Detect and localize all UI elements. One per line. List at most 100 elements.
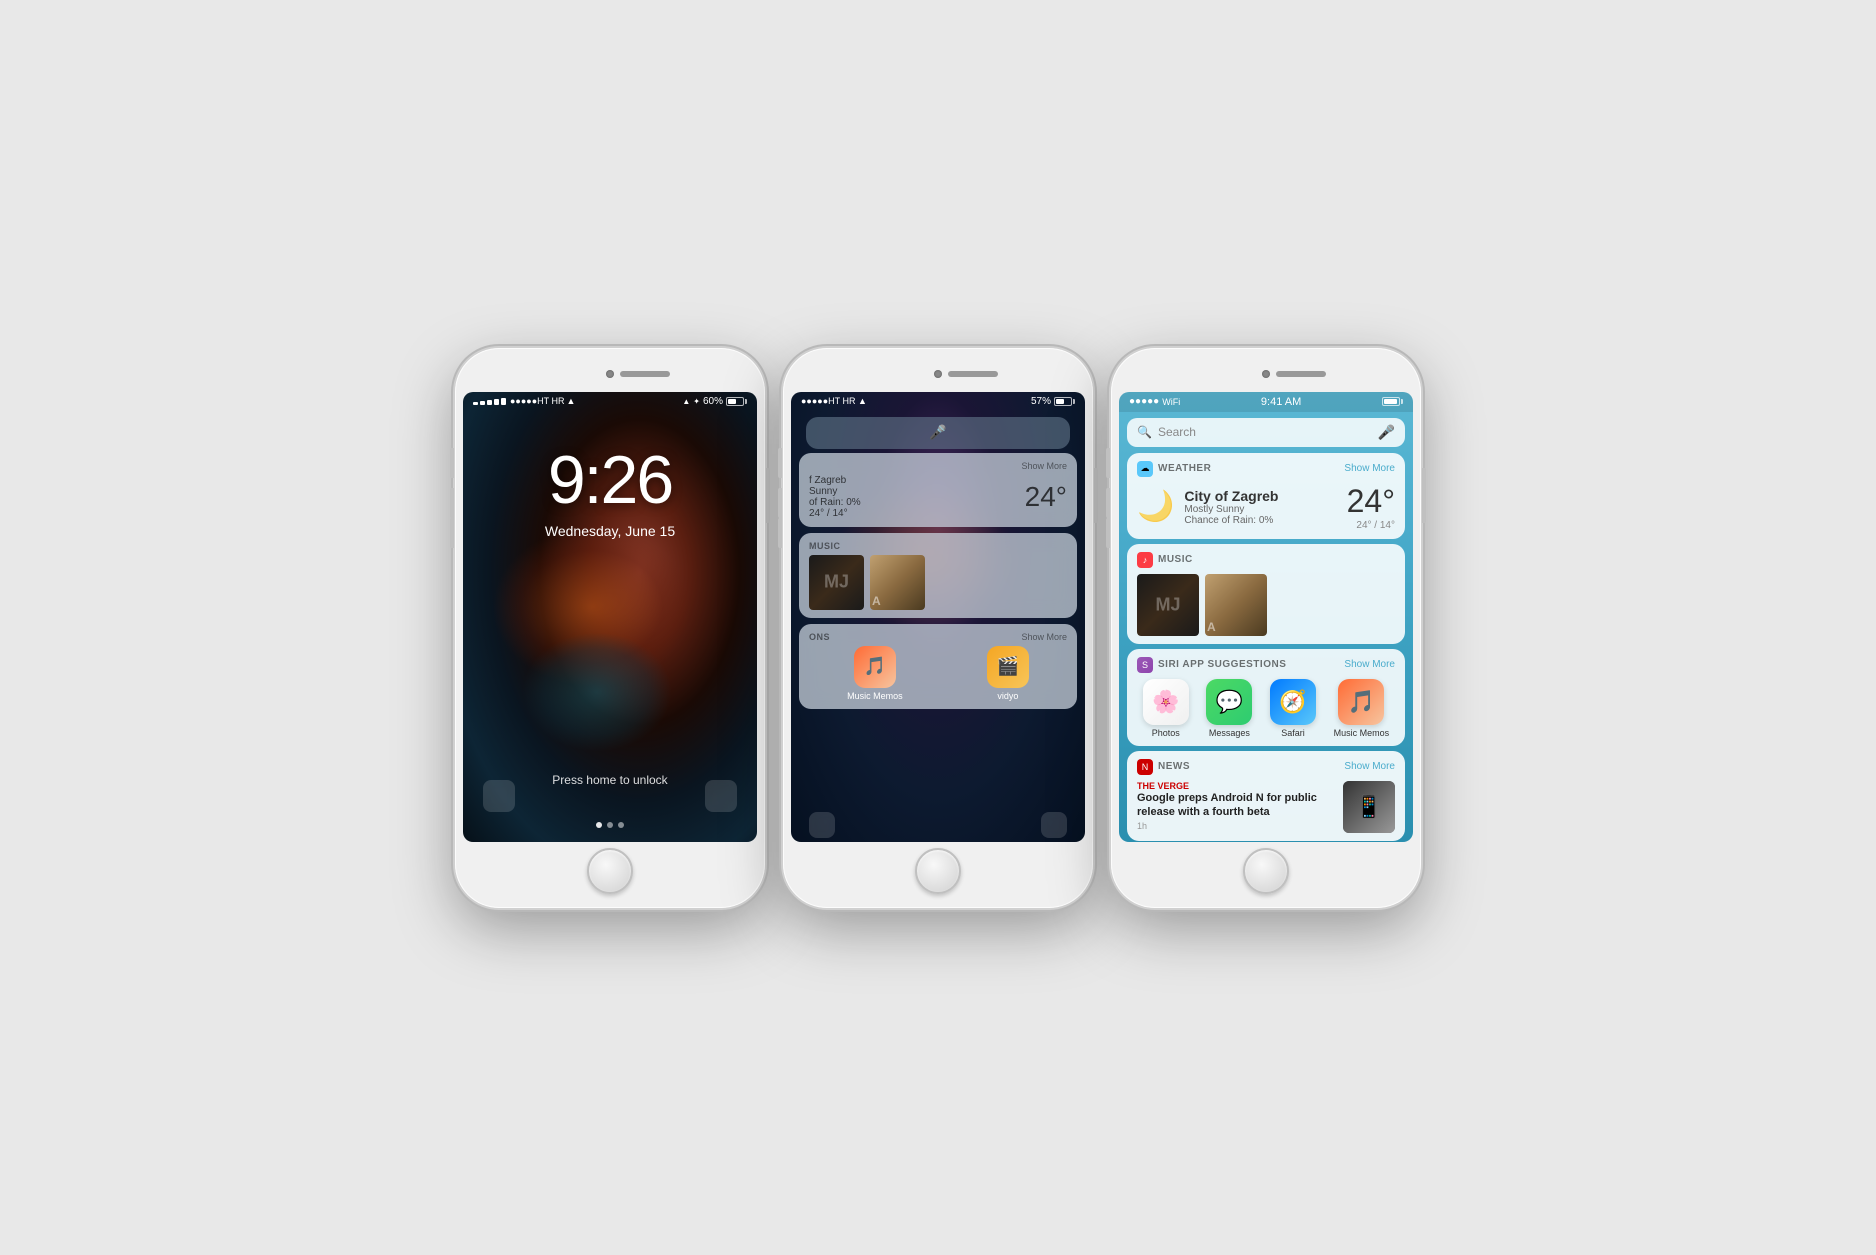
news-widget-header-3: N NEWS Show More	[1137, 759, 1395, 775]
status-bar-2: ●●●●●HT HR ▲ 57%	[791, 392, 1085, 411]
wifi-3: WiFi	[1162, 397, 1180, 407]
weather-temp-2: 24°	[1025, 481, 1067, 513]
battery-pct-2: 57%	[1031, 396, 1051, 407]
siri-messages-app[interactable]: 💬 Messages	[1206, 679, 1252, 738]
phone-1: ●●●●●HT HR ▲ ▲ ✦ 60% 9:26 Wednesday, Jun…	[455, 348, 765, 908]
vidyo-icon-2: 🎬	[987, 646, 1029, 688]
lock-date-display: Wednesday, June 15	[545, 523, 675, 539]
earpiece-3	[1276, 371, 1326, 377]
news-thumbnail-3	[1343, 781, 1395, 833]
home-button-2[interactable]	[915, 848, 961, 894]
front-camera-icon	[606, 370, 614, 378]
status-left-1: ●●●●●HT HR ▲	[473, 396, 575, 406]
news-time-3: 1h	[1137, 821, 1335, 831]
camera-icon[interactable]	[705, 780, 737, 812]
moon-icon-3: 🌙	[1137, 489, 1174, 524]
weather-widget-2: Show More f Zagreb Sunny of Rain: 0% 24°…	[799, 453, 1077, 527]
news-show-more-3[interactable]: Show More	[1344, 761, 1395, 772]
signal-icon	[473, 398, 506, 405]
weather-full-3: 🌙 City of Zagreb Mostly Sunny Chance of …	[1137, 483, 1395, 531]
carrier-2: ●●●●●HT HR ▲	[801, 396, 867, 406]
vidyo-label-2: vidyo	[997, 691, 1018, 701]
news-widget-icon-3: N	[1137, 759, 1153, 775]
earpiece-speaker	[620, 371, 670, 377]
phone-2-bottom	[791, 842, 1085, 900]
battery-icon-1	[726, 397, 747, 406]
lock-bottom-icons	[463, 780, 757, 812]
search-bar-3[interactable]: 🔍 Search 🎤	[1127, 418, 1405, 447]
album-alejandro-2[interactable]	[870, 555, 925, 610]
music-widget-icon-3: ♪	[1137, 552, 1153, 568]
lockscreen-wallpaper: ●●●●●HT HR ▲ ▲ ✦ 60% 9:26 Wednesday, Jun…	[463, 392, 757, 842]
weather-temp-area-3: 24° 24° / 14°	[1347, 483, 1395, 531]
phone-2: ●●●●●HT HR ▲ 57% 🎤	[783, 348, 1093, 908]
siri-widget-3: S SIRI APP SUGGESTIONS Show More 🌸 Photo…	[1127, 649, 1405, 746]
phone-1-bottom	[463, 842, 757, 900]
wifi-icon: ▲	[567, 396, 576, 406]
album-mj-2[interactable]	[809, 555, 864, 610]
weather-details-3: City of Zagreb Mostly Sunny Chance of Ra…	[1184, 488, 1336, 526]
weather-section-title-3: WEATHER	[1158, 463, 1339, 474]
music-section-title-3: MUSIC	[1158, 554, 1395, 565]
weather-widget-icon-3: ☁	[1137, 461, 1153, 477]
weather-widget-3: ☁ WEATHER Show More 🌙 City of Zagreb Mos…	[1127, 453, 1405, 539]
phone2-left-icon[interactable]	[809, 812, 835, 838]
phone2-right-icon[interactable]	[1041, 812, 1067, 838]
siri-music-memos-app[interactable]: 🎵 Music Memos	[1334, 679, 1390, 738]
status-bar-1: ●●●●●HT HR ▲ ▲ ✦ 60%	[463, 392, 757, 411]
siri-safari-app[interactable]: 🧭 Safari	[1270, 679, 1316, 738]
widgets-wallpaper: ●●●●●HT HR ▲ 57% 🎤	[791, 392, 1085, 842]
music-widget-2: MUSIC	[799, 533, 1077, 618]
photos-app-icon: 🌸	[1143, 679, 1189, 725]
siri-show-more-2[interactable]: Show More	[1021, 632, 1067, 642]
phone-3: ●●●●● WiFi 9:41 AM 🔍 Search 🎤	[1111, 348, 1421, 908]
earpiece-2	[948, 371, 998, 377]
siri-app-vidyo-2[interactable]: 🎬 vidyo	[987, 646, 1029, 701]
status-left-2: ●●●●●HT HR ▲	[801, 396, 867, 406]
phone-1-top	[463, 360, 757, 388]
siri-photos-app[interactable]: 🌸 Photos	[1143, 679, 1189, 738]
phone-2-top	[791, 360, 1085, 388]
phone-3-bottom	[1119, 842, 1413, 900]
phone-2-screen: ●●●●●HT HR ▲ 57% 🎤	[791, 392, 1085, 842]
siri-show-more-3[interactable]: Show More	[1344, 659, 1395, 670]
status-right-2: 57%	[1031, 396, 1075, 407]
page-indicator	[596, 822, 624, 828]
news-text-3: The Verge Google preps Android N for pub…	[1137, 781, 1335, 832]
search-placeholder-3: Search	[1158, 425, 1372, 439]
weather-info-2: f Zagreb Sunny of Rain: 0% 24° / 14°	[809, 475, 861, 519]
siri-section-title-3: SIRI APP SUGGESTIONS	[1158, 659, 1339, 670]
bluetooth-icon: ✦	[693, 397, 700, 406]
siri-search-bar[interactable]: 🎤	[806, 417, 1071, 449]
search-mic-icon[interactable]: 🎤	[1378, 424, 1395, 441]
home-button-1[interactable]	[587, 848, 633, 894]
news-headline-3[interactable]: Google preps Android N for public releas…	[1137, 791, 1335, 820]
news-phone-image	[1343, 781, 1395, 833]
location-icon: ▲	[682, 397, 690, 406]
safari-app-icon: 🧭	[1270, 679, 1316, 725]
album-alejandro-today[interactable]	[1205, 574, 1267, 636]
phone-3-top	[1119, 360, 1413, 388]
weather-show-more-3[interactable]: Show More	[1344, 463, 1395, 474]
album-mj-today[interactable]	[1137, 574, 1199, 636]
siri-widget-icon-3: S	[1137, 657, 1153, 673]
phone2-bottom-row	[791, 808, 1085, 842]
weather-header-2: Show More	[809, 461, 1067, 471]
flashlight-icon[interactable]	[483, 780, 515, 812]
front-camera-2	[934, 370, 942, 378]
home-button-3[interactable]	[1243, 848, 1289, 894]
siri-widget-header-3: S SIRI APP SUGGESTIONS Show More	[1137, 657, 1395, 673]
search-icon-3: 🔍	[1137, 425, 1152, 439]
music-header-2: MUSIC	[809, 541, 1067, 551]
siri-mic-icon[interactable]: 🎤	[928, 423, 948, 443]
battery-icon-2	[1054, 397, 1075, 406]
weather-rain-3: Chance of Rain: 0%	[1184, 515, 1336, 526]
weather-temp-3: 24°	[1347, 483, 1395, 520]
siri-header-2: ONS Show More	[809, 632, 1067, 642]
weather-show-more-2[interactable]: Show More	[1021, 461, 1067, 471]
music-memos-icon-2: 🎵	[854, 646, 896, 688]
siri-app-music-memos-2[interactable]: 🎵 Music Memos	[847, 646, 903, 701]
status-bar-3: ●●●●● WiFi 9:41 AM	[1119, 392, 1413, 412]
music-widget-3: ♪ MUSIC	[1127, 544, 1405, 644]
today-view-bg: ●●●●● WiFi 9:41 AM 🔍 Search 🎤	[1119, 392, 1413, 842]
